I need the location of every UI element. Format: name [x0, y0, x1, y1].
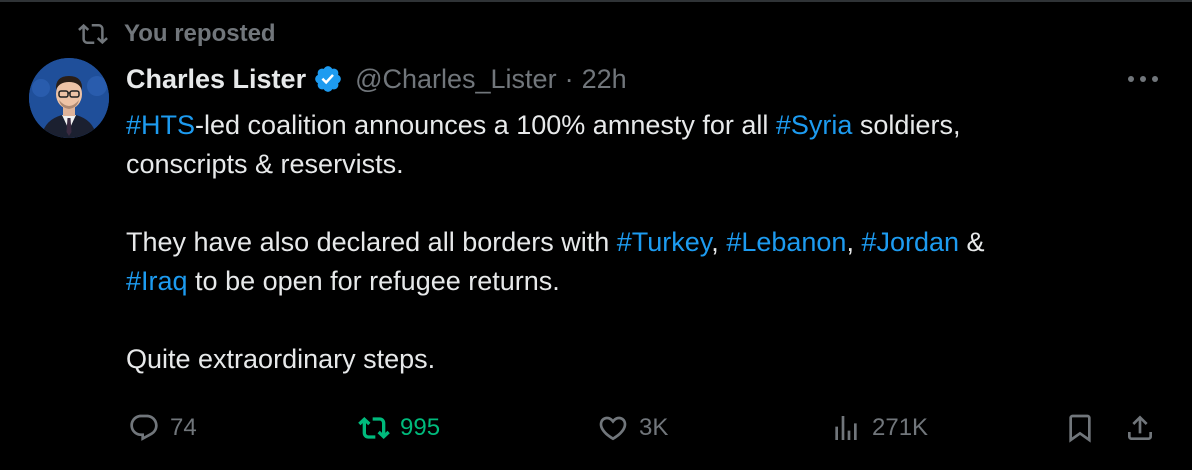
more-options-button[interactable]: [1121, 65, 1165, 93]
hashtag-link[interactable]: #Jordan: [861, 227, 959, 257]
verified-badge-icon[interactable]: [313, 64, 343, 94]
hashtag-link[interactable]: #Turkey: [617, 227, 712, 257]
display-name[interactable]: Charles Lister: [126, 64, 306, 95]
divider: [0, 0, 1192, 2]
header-separator: ·: [564, 63, 574, 94]
share-button[interactable]: [1124, 406, 1156, 450]
reply-icon: [130, 414, 158, 441]
views-button[interactable]: 271K: [830, 406, 928, 450]
tweet-line: #HTS-led coalition announces a 100% amne…: [126, 106, 1156, 145]
tweet-header: Charles Lister @Charles_Lister · 22h: [126, 59, 627, 99]
hashtag-link[interactable]: #Syria: [776, 110, 853, 140]
views-icon: [835, 416, 857, 440]
more-dots-icon: [1128, 76, 1158, 82]
author-handle[interactable]: @Charles_Lister: [355, 64, 557, 95]
tweet[interactable]: You reposted Charles Lister @Charles_Lis…: [0, 0, 1192, 470]
repost-icon: [358, 417, 390, 439]
repost-button[interactable]: 995: [358, 406, 440, 450]
tweet-text-segment: -led coalition announces a 100% amnesty …: [195, 110, 776, 140]
tweet-line: conscripts & reservists.: [126, 149, 404, 179]
repost-count: 995: [400, 414, 441, 441]
tweet-timestamp[interactable]: 22h: [582, 64, 627, 95]
repost-banner-text: You reposted: [124, 20, 276, 47]
reply-button[interactable]: 74: [128, 406, 197, 450]
like-button[interactable]: 3K: [597, 406, 668, 450]
tweet-text-segment: &: [959, 227, 985, 257]
reply-count: 74: [170, 414, 197, 441]
bookmark-button[interactable]: [1064, 406, 1096, 450]
hashtag-link[interactable]: #Lebanon: [726, 227, 846, 257]
hashtag-link[interactable]: #Iraq: [126, 266, 188, 296]
tweet-line: They have also declared all borders with…: [126, 223, 1156, 262]
tweet-text-segment: soldiers,: [852, 110, 961, 140]
like-count: 3K: [639, 414, 669, 441]
share-icon: [1128, 415, 1152, 440]
tweet-line: Quite extraordinary steps.: [126, 344, 436, 374]
hashtag-link[interactable]: #HTS: [126, 110, 195, 140]
tweet-text: #HTS-led coalition announces a 100% amne…: [126, 106, 1156, 379]
repost-icon: [78, 23, 108, 45]
tweet-text-segment: They have also declared all borders with: [126, 227, 617, 257]
tweet-line: #Iraq to be open for refugee returns.: [126, 262, 1156, 301]
heart-icon: [599, 416, 627, 441]
avatar[interactable]: [29, 58, 109, 138]
bookmark-icon: [1069, 414, 1091, 443]
tweet-text-segment: ,: [846, 227, 862, 257]
repost-banner[interactable]: You reposted: [78, 19, 276, 49]
tweet-text-segment: ,: [711, 227, 727, 257]
views-count: 271K: [872, 414, 929, 441]
action-bar: 74 995 3K 271K: [0, 406, 1192, 450]
tweet-text-segment: to be open for refugee returns.: [187, 266, 560, 296]
